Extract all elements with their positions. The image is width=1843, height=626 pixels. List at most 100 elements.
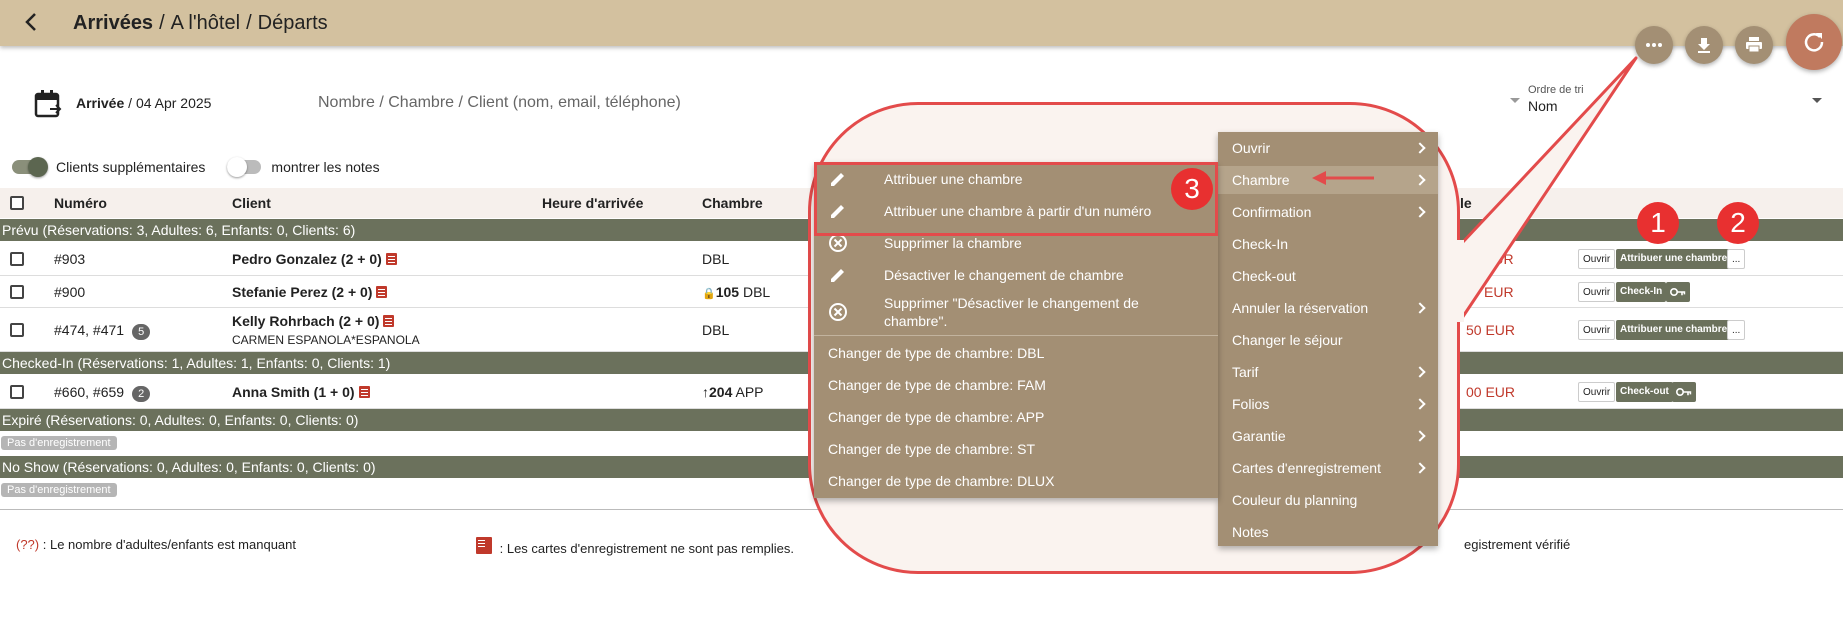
key-icon [1676, 388, 1692, 396]
select-all-checkbox[interactable] [10, 196, 24, 210]
chevron-right-icon [1414, 366, 1426, 378]
key-icon [1670, 288, 1686, 296]
menu-item-annuler-la-r-servation[interactable]: Annuler la réservation [1218, 294, 1438, 322]
download-icon [1698, 38, 1710, 53]
print-button[interactable] [1735, 26, 1773, 64]
step-badge-3: 3 [1171, 168, 1213, 210]
row-checkbox[interactable] [10, 323, 24, 337]
show-notes-toggle[interactable] [227, 157, 262, 177]
menu-item-ouvrir[interactable]: Ouvrir [1218, 134, 1438, 162]
room-assigned: 🔒105 DBL [702, 284, 771, 300]
step-badge-2: 2 [1717, 202, 1759, 244]
balance-amount: EUR [1484, 284, 1514, 300]
top-bar: Arrivées / A l'hôtel / Départs [0, 0, 1843, 46]
chevron-right-icon [1414, 462, 1426, 474]
refresh-button[interactable] [1786, 14, 1842, 70]
row-checkbox[interactable] [10, 385, 24, 399]
calendar-icon[interactable] [34, 89, 62, 119]
chevron-down-icon[interactable] [1812, 98, 1822, 103]
menu-item-chambre[interactable]: Chambre [1218, 166, 1438, 194]
legend-registration-cards: : Les cartes d'enregistrement ne sont pa… [472, 537, 794, 556]
back-arrow-icon[interactable] [20, 10, 44, 34]
search-input[interactable]: Nombre / Chambre / Client (nom, email, t… [318, 94, 681, 112]
sort-order-label: Ordre de tri [1528, 84, 1584, 96]
menu-item-tarif[interactable]: Tarif [1218, 358, 1438, 386]
menu-item-changer-le-s-jour[interactable]: Changer le séjour [1218, 326, 1438, 354]
sort-order-select[interactable]: Ordre de tri Nom [1528, 84, 1584, 114]
show-notes-label: montrer les notes [271, 159, 380, 175]
arrival-date-label[interactable]: Arrivée / 04 Apr 2025 [76, 95, 211, 111]
room-type: DBL [702, 251, 730, 267]
open-button[interactable]: Ouvrir [1578, 282, 1616, 302]
column-room[interactable]: Chambre [702, 195, 763, 211]
more-actions-button[interactable] [1635, 26, 1673, 64]
reservation-count-badge: 5 [132, 324, 151, 340]
breadcrumb-arrivals[interactable]: Arrivées [73, 12, 153, 34]
arrow-up-icon: ↑ [702, 384, 709, 400]
menu-item-room-type-app[interactable]: Changer de type de chambre: APP [814, 402, 1218, 432]
column-client[interactable]: Client [232, 195, 271, 211]
open-button[interactable]: Ouvrir [1578, 249, 1616, 269]
assign-room-button[interactable]: Attribuer une chambre [1616, 249, 1732, 269]
column-partial: le [1460, 195, 1472, 211]
column-number[interactable]: Numéro [54, 195, 107, 211]
download-button[interactable] [1685, 26, 1723, 64]
assign-room-button[interactable]: Attribuer une chambre [1616, 320, 1732, 340]
more-horizontal-icon [1646, 43, 1662, 47]
balance-amount: 00 EUR [1466, 384, 1516, 400]
menu-item-notes[interactable]: Notes [1218, 518, 1438, 546]
chevron-right-icon [1414, 430, 1426, 442]
chevron-right-icon [1414, 174, 1426, 186]
key-button[interactable] [1672, 382, 1696, 402]
key-button[interactable] [1666, 282, 1690, 302]
dropdown-caret-icon[interactable] [1510, 98, 1520, 103]
menu-item-cartes-d-enregistrement[interactable]: Cartes d'enregistrement [1218, 454, 1438, 482]
check-in-button[interactable]: Check-In [1616, 282, 1667, 302]
client-name[interactable]: Anna Smith (1 + 0) [232, 384, 370, 400]
close-circle-icon [829, 303, 847, 321]
menu-item-check-in[interactable]: Check-In [1218, 230, 1438, 258]
pencil-icon [831, 269, 844, 282]
menu-item-room-type-dlux[interactable]: Changer de type de chambre: DLUX [814, 466, 1218, 496]
more-button[interactable]: ... [1727, 320, 1746, 340]
open-button[interactable]: Ouvrir [1578, 320, 1616, 340]
chevron-right-icon [1414, 206, 1426, 218]
extra-clients-toggle[interactable] [12, 157, 48, 177]
client-name[interactable]: Stefanie Perez (2 + 0) [232, 284, 388, 300]
row-checkbox[interactable] [10, 252, 24, 266]
print-icon [1746, 37, 1762, 53]
open-button[interactable]: Ouvrir [1578, 382, 1616, 402]
registration-card-icon [358, 386, 370, 398]
extra-clients-label: Clients supplémentaires [56, 159, 206, 175]
menu-item-room-type-dbl[interactable]: Changer de type de chambre: DBL [814, 338, 1218, 368]
menu-item-confirmation[interactable]: Confirmation [1218, 198, 1438, 226]
toggle-bar: Clients supplémentaires montrer les note… [12, 156, 402, 178]
breadcrumb-at-hotel[interactable]: A l'hôtel [171, 12, 240, 34]
check-out-button[interactable]: Check-out [1616, 382, 1673, 402]
menu-item-room-type-fam[interactable]: Changer de type de chambre: FAM [814, 370, 1218, 400]
menu-item-garantie[interactable]: Garantie [1218, 422, 1438, 450]
registration-card-icon [376, 286, 388, 298]
reservation-count-badge: 2 [132, 386, 151, 402]
breadcrumb-departures[interactable]: Départs [258, 12, 328, 34]
reservation-number: #900 [54, 284, 86, 300]
client-name[interactable]: Kelly Rohrbach (2 + 0) [232, 313, 395, 329]
room-assigned: ↑204 APP [702, 384, 764, 400]
menu-item-delete-disable-room-change[interactable]: Supprimer "Désactiver le changement de ch… [814, 292, 1218, 332]
menu-item-check-out[interactable]: Check-out [1218, 262, 1438, 290]
reservation-number: #903 [54, 251, 86, 267]
room-type: DBL [702, 322, 730, 338]
lock-icon: 🔒 [702, 288, 716, 300]
column-arrival-time[interactable]: Heure d'arrivée [542, 195, 643, 211]
breadcrumb: Arrivées / A l'hôtel / Départs [73, 12, 328, 35]
client-name[interactable]: Pedro Gonzalez (2 + 0) [232, 251, 397, 267]
registration-card-icon [476, 537, 492, 554]
menu-item-room-type-st[interactable]: Changer de type de chambre: ST [814, 434, 1218, 464]
menu-item-disable-room-change[interactable]: Désactiver le changement de chambre [814, 261, 1218, 289]
menu-item-couleur-du-planning[interactable]: Couleur du planning [1218, 486, 1438, 514]
row-checkbox[interactable] [10, 285, 24, 299]
menu-item-folios[interactable]: Folios [1218, 390, 1438, 418]
more-button[interactable]: ... [1727, 249, 1746, 269]
empty-tag: Pas d'enregistrement [1, 483, 117, 497]
arrival-date-value: 04 Apr 2025 [135, 95, 212, 111]
